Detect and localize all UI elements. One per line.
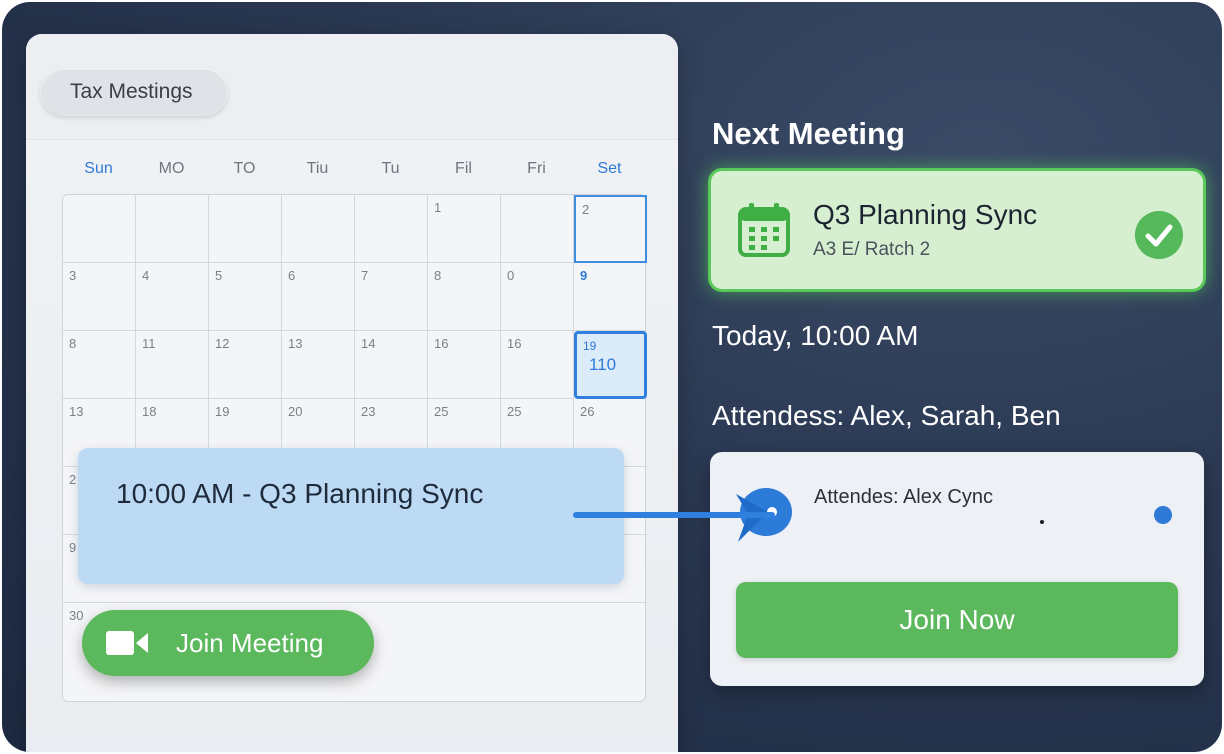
calendar-cell[interactable]: 7 <box>355 263 428 331</box>
status-indicator <box>1154 506 1172 524</box>
calendar-cell[interactable] <box>136 195 209 263</box>
calendar-cell[interactable]: 1 <box>428 195 501 263</box>
weekday-thu: Tu <box>381 160 400 177</box>
weekday-row: Sun MO TO Tiu Tu Fil Fri Set <box>62 160 646 186</box>
calendar-cell[interactable] <box>355 195 428 263</box>
weekday-tue: TO <box>233 160 256 177</box>
calendar-cell[interactable]: 16 <box>501 331 574 399</box>
today-sub-label: 110 <box>589 355 617 374</box>
calendar-cell[interactable]: 11 <box>136 331 209 399</box>
weekday-wed: Tiu <box>306 160 329 177</box>
calendar-cell[interactable]: 5 <box>209 263 282 331</box>
weekday-fri: Fil <box>455 160 472 177</box>
attendee-line: Attendes: Alex Cync <box>814 486 993 508</box>
calendar-cell[interactable]: 9 <box>574 263 647 331</box>
calendar-cell[interactable]: 2 <box>574 195 647 263</box>
calendar-cell[interactable] <box>282 195 355 263</box>
calendar-icon <box>738 203 790 257</box>
cursor-dot <box>1040 520 1044 524</box>
calendar-cell[interactable] <box>501 195 574 263</box>
calendar-cell[interactable]: 8 <box>428 263 501 331</box>
join-now-button[interactable]: Join Now <box>736 582 1178 658</box>
calendar-cell[interactable]: 3 <box>63 263 136 331</box>
check-icon <box>1135 211 1183 259</box>
event-preview-text: 10:00 AM - Q3 Planning Sync <box>116 478 484 509</box>
next-meeting-card[interactable]: Q3 Planning Sync A3 E/ Ratch 2 <box>708 168 1206 292</box>
event-preview[interactable]: 10:00 AM - Q3 Planning Sync <box>78 448 624 584</box>
video-camera-icon <box>106 631 148 655</box>
weekday-sun: Sun <box>84 160 113 177</box>
weekday-sat: Set <box>597 160 622 177</box>
app-frame: Tax Mestings Sun MO TO Tiu Tu Fil Fri Se… <box>2 2 1222 752</box>
calendar-panel: Tax Mestings Sun MO TO Tiu Tu Fil Fri Se… <box>26 34 678 752</box>
calendar-title-chip[interactable]: Tax Mestings <box>40 68 228 116</box>
calendar-cell[interactable] <box>209 195 282 263</box>
meeting-title: Q3 Planning Sync <box>813 199 1038 230</box>
calendar-header: Tax Mestings <box>26 34 678 140</box>
avatar-icon <box>736 488 792 542</box>
calendar-cell[interactable]: 0 <box>501 263 574 331</box>
next-meeting-heading: Next Meeting <box>712 116 905 151</box>
weekday-mon: MO <box>158 160 185 177</box>
meeting-attendees: Attendess: Alex, Sarah, Ben <box>712 400 1061 431</box>
calendar-cell[interactable]: 13 <box>282 331 355 399</box>
attendee-card: Attendes: Alex Cync Join Now <box>710 452 1204 686</box>
weekday-fri-2: Fri <box>527 160 546 177</box>
meeting-location: A3 E/ Ratch 2 <box>813 239 931 260</box>
calendar-cell[interactable]: 4 <box>136 263 209 331</box>
meeting-time: Today, 10:00 AM <box>712 320 919 351</box>
calendar-cell[interactable]: 12 <box>209 331 282 399</box>
calendar-cell[interactable]: 16 <box>428 331 501 399</box>
calendar-cell[interactable] <box>63 195 136 263</box>
calendar-cell[interactable]: 6 <box>282 263 355 331</box>
calendar-cell[interactable]: 14 <box>355 331 428 399</box>
join-meeting-label: Join Meeting <box>176 628 324 658</box>
today-day-number: 19 <box>583 339 597 353</box>
join-meeting-button[interactable]: Join Meeting <box>82 610 374 676</box>
calendar-cell-today[interactable]: 19 110 <box>574 331 647 399</box>
calendar-cell[interactable]: 8 <box>63 331 136 399</box>
